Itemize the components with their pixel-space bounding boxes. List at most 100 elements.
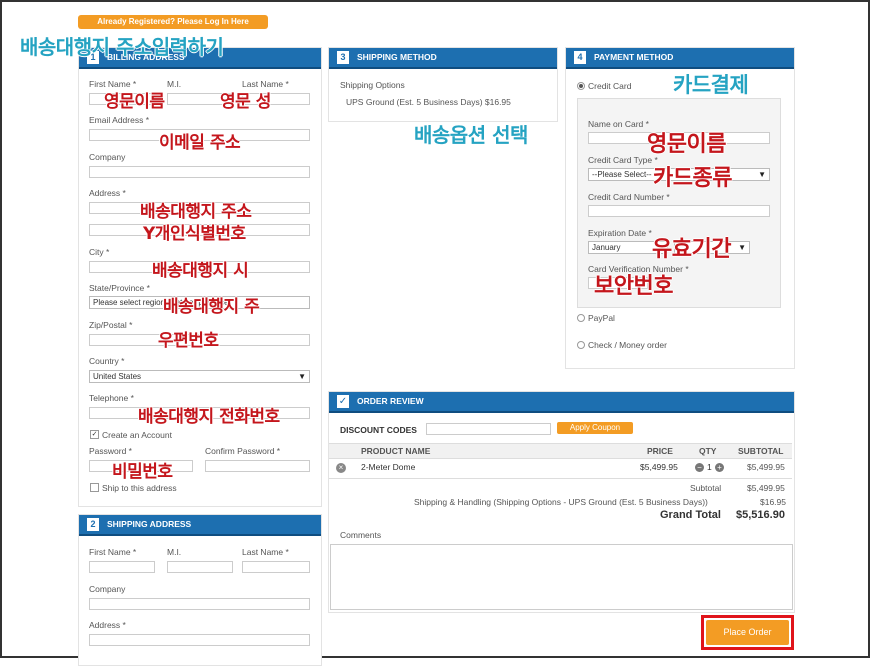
ship-last-name-label: Last Name * bbox=[242, 547, 289, 557]
country-select[interactable]: United States ▼ bbox=[89, 370, 310, 383]
expiration-month-value: January bbox=[592, 243, 621, 252]
annotation-personal-id: Y개인식별번호 bbox=[143, 224, 246, 244]
zip-label: Zip/Postal * bbox=[89, 320, 133, 330]
annotation-expiration: 유효기간 bbox=[652, 237, 731, 262]
grand-total-value: $5,516.90 bbox=[736, 509, 785, 521]
product-name: 2-Meter Dome bbox=[361, 462, 416, 472]
ship-first-name-input[interactable] bbox=[89, 561, 155, 573]
ship-mi-label: M.I. bbox=[167, 547, 182, 557]
name-on-card-label: Name on Card * bbox=[588, 119, 649, 129]
product-price: $5,499.95 bbox=[640, 462, 678, 472]
card-number-input[interactable] bbox=[588, 205, 770, 217]
ship-first-name-label: First Name * bbox=[89, 547, 137, 557]
create-account-checkbox[interactable]: ✓ bbox=[90, 430, 99, 439]
payment-method-title: PAYMENT METHOD bbox=[594, 52, 674, 62]
confirm-password-label: Confirm Password * bbox=[205, 446, 281, 456]
city-label: City * bbox=[89, 247, 110, 257]
col-product: PRODUCT NAME bbox=[361, 446, 431, 456]
confirm-password-input[interactable] bbox=[205, 460, 310, 472]
country-label: Country * bbox=[89, 356, 125, 366]
company-input[interactable] bbox=[89, 166, 310, 178]
step-number: 3 bbox=[337, 51, 349, 64]
login-link[interactable]: Already Registered? Please Log In Here bbox=[78, 15, 268, 29]
dropdown-arrow-icon: ▼ bbox=[738, 243, 746, 252]
discount-label: DISCOUNT CODES bbox=[340, 425, 417, 435]
decrease-qty-icon[interactable]: − bbox=[695, 463, 704, 472]
annotation-state: 배송대행지 주 bbox=[163, 297, 260, 317]
annotation-zip: 우편번호 bbox=[158, 331, 219, 351]
shipping-address-title: SHIPPING ADDRESS bbox=[107, 519, 192, 529]
annotation-telephone: 배송대행지 전화번호 bbox=[138, 407, 280, 427]
annotation-city: 배송대행지 시 bbox=[152, 261, 249, 281]
check-radio[interactable] bbox=[577, 341, 585, 349]
state-label: State/Province * bbox=[89, 283, 150, 293]
discount-input[interactable] bbox=[426, 423, 551, 435]
annotation-card-name: 영문이름 bbox=[647, 132, 726, 157]
ship-to-this-label: Ship to this address bbox=[102, 483, 177, 493]
place-order-button[interactable]: Place Order bbox=[706, 620, 789, 645]
table-header: PRODUCT NAME PRICE QTY SUBTOTAL bbox=[329, 443, 792, 459]
order-review-header: ✓ ORDER REVIEW bbox=[329, 392, 794, 413]
credit-card-label: Credit Card bbox=[588, 81, 632, 91]
shipping-handling-label: Shipping & Handling (Shipping Options - … bbox=[414, 497, 708, 507]
card-number-label: Credit Card Number * bbox=[588, 192, 670, 202]
country-select-value: United States bbox=[93, 372, 142, 381]
annotation-last-name: 영문 성 bbox=[220, 92, 271, 112]
shipping-handling-value: $16.95 bbox=[760, 497, 786, 507]
annotation-shipping-address-title: 배송대행지 주소입력하기 bbox=[20, 35, 224, 59]
expiration-label: Expiration Date * bbox=[588, 228, 652, 238]
order-review-title: ORDER REVIEW bbox=[357, 396, 424, 406]
table-row: × 2-Meter Dome $5,499.95 − 1 + $5,499.95 bbox=[329, 458, 792, 479]
checkmark-icon: ✓ bbox=[337, 395, 349, 408]
col-qty: QTY bbox=[699, 446, 717, 456]
payment-method-header: 4 PAYMENT METHOD bbox=[566, 48, 794, 69]
paypal-radio[interactable] bbox=[577, 314, 585, 322]
comments-label: Comments bbox=[340, 530, 382, 540]
ship-address-label: Address * bbox=[89, 620, 126, 630]
shipping-address-header: 2 SHIPPING ADDRESS bbox=[79, 515, 321, 536]
ship-mi-input[interactable] bbox=[167, 561, 233, 573]
shipping-method-title: SHIPPING METHOD bbox=[357, 52, 437, 62]
shipping-address-panel: 2 SHIPPING ADDRESS First Name * M.I. Las… bbox=[78, 514, 322, 666]
company-label: Company bbox=[89, 152, 126, 162]
dropdown-arrow-icon: ▼ bbox=[758, 170, 766, 179]
shipping-options-label: Shipping Options bbox=[340, 80, 405, 90]
shipping-option-ups[interactable]: UPS Ground (Est. 5 Business Days) $16.95 bbox=[346, 97, 511, 107]
check-label: Check / Money order bbox=[588, 340, 667, 350]
ship-to-this-checkbox[interactable] bbox=[90, 483, 99, 492]
card-type-value: --Please Select-- bbox=[592, 170, 652, 179]
subtotal-label: Subtotal bbox=[690, 483, 722, 493]
shipping-method-panel: 3 SHIPPING METHOD Shipping Options UPS G… bbox=[328, 47, 558, 122]
remove-item-icon[interactable]: × bbox=[336, 463, 346, 473]
annotation-password: 비밀번호 bbox=[112, 462, 173, 482]
col-subtotal: SUBTOTAL bbox=[738, 446, 784, 456]
telephone-label: Telephone * bbox=[89, 393, 134, 403]
dropdown-arrow-icon: ▼ bbox=[298, 372, 306, 381]
credit-card-radio[interactable] bbox=[577, 82, 585, 90]
annotation-shipping-option: 배송옵션 선택 bbox=[414, 123, 528, 147]
email-label: Email Address * bbox=[89, 115, 149, 125]
increase-qty-icon[interactable]: + bbox=[715, 463, 724, 472]
annotation-card-type: 카드종류 bbox=[653, 166, 732, 191]
ship-last-name-input[interactable] bbox=[242, 561, 310, 573]
col-price: PRICE bbox=[647, 446, 673, 456]
product-qty: 1 bbox=[707, 462, 712, 472]
comments-textarea[interactable] bbox=[330, 544, 793, 610]
annotation-email: 이메일 주소 bbox=[159, 133, 241, 153]
shipping-method-header: 3 SHIPPING METHOD bbox=[329, 48, 557, 69]
step-number: 2 bbox=[87, 518, 99, 531]
address-label: Address * bbox=[89, 188, 126, 198]
password-label: Password * bbox=[89, 446, 132, 456]
create-account-label: Create an Account bbox=[102, 430, 172, 440]
apply-coupon-button[interactable]: Apply Coupon bbox=[557, 422, 633, 434]
order-review-panel: ✓ ORDER REVIEW DISCOUNT CODES Apply Coup… bbox=[328, 391, 795, 613]
product-subtotal: $5,499.95 bbox=[747, 462, 785, 472]
ship-address-input[interactable] bbox=[89, 634, 310, 646]
grand-total-label: Grand Total bbox=[660, 509, 721, 521]
ship-company-input[interactable] bbox=[89, 598, 310, 610]
mi-label: M.I. bbox=[167, 79, 182, 89]
annotation-card-payment: 카드결제 bbox=[673, 73, 749, 97]
annotation-first-name: 영문이름 bbox=[104, 92, 165, 112]
ship-company-label: Company bbox=[89, 584, 126, 594]
annotation-cvv: 보안번호 bbox=[594, 274, 673, 299]
